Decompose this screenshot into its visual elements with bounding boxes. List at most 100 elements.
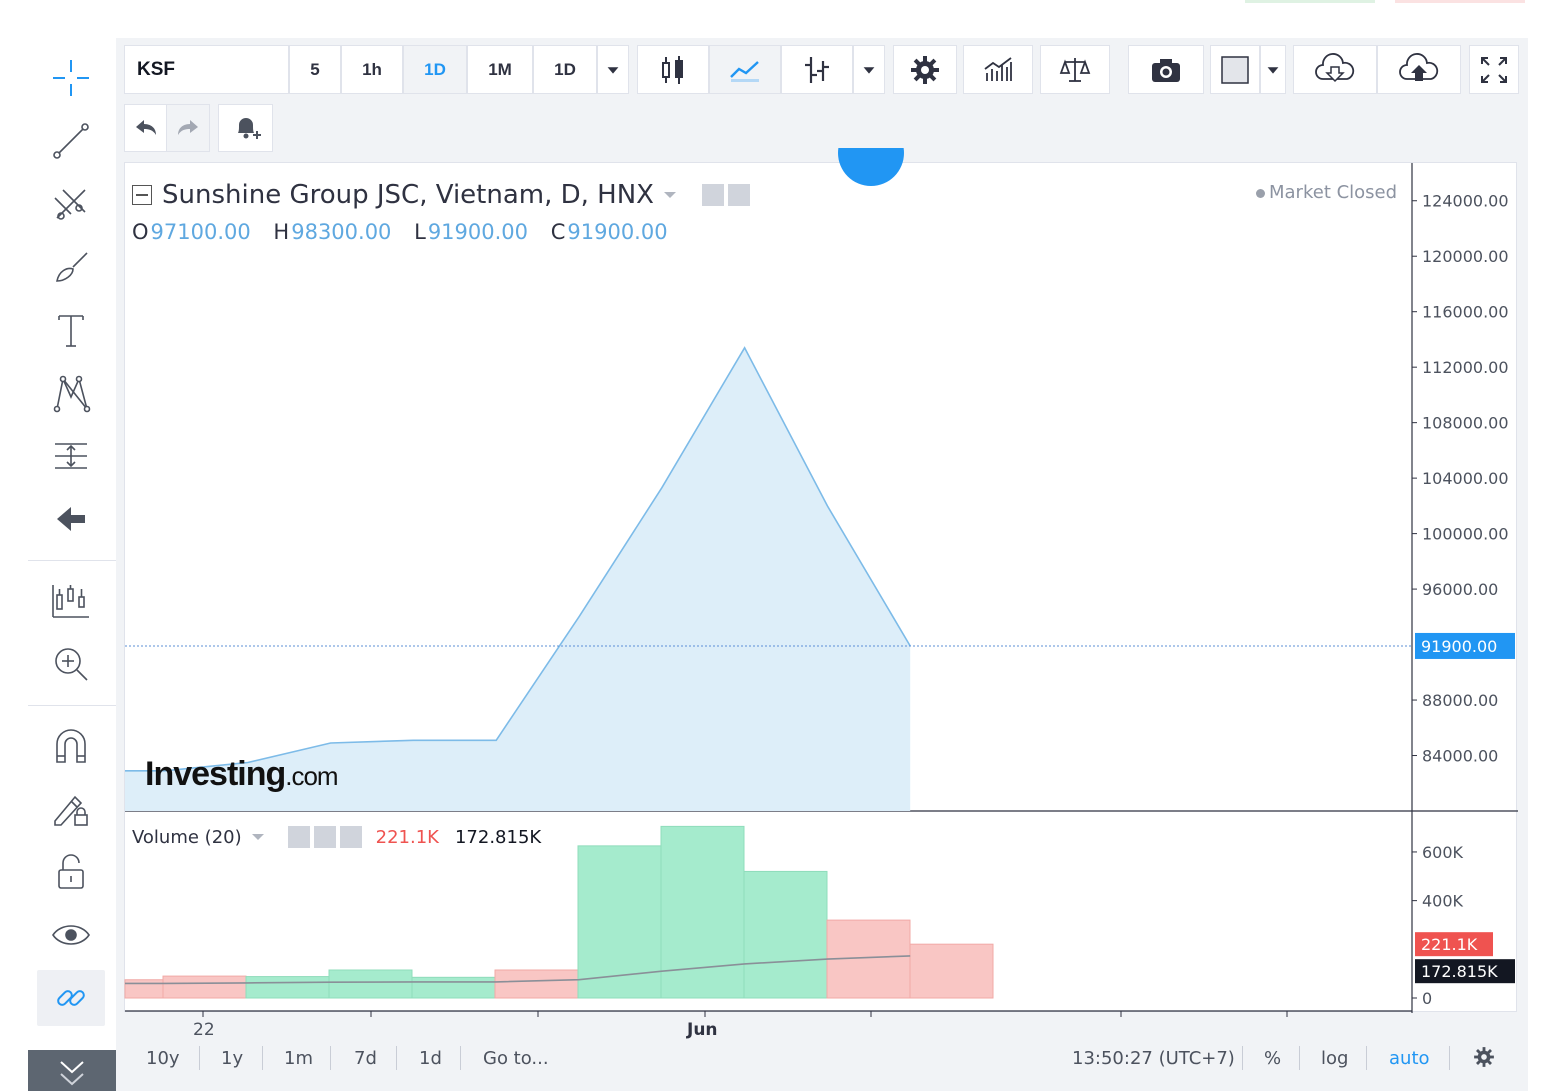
interval-1d-alt-button[interactable]: 1D	[533, 45, 597, 94]
percent-scale-button[interactable]: %	[1264, 1048, 1281, 1069]
caret-down-icon[interactable]	[251, 834, 264, 840]
collapse-legend-icon[interactable]	[132, 185, 152, 205]
bell-plus-icon	[237, 118, 261, 139]
chart-area[interactable]: 124000.00 120000.00 116000.00 112000.00 1080…	[124, 162, 1518, 1040]
price-tick-label: 96000.00	[1422, 580, 1498, 599]
crosshair-icon[interactable]	[37, 50, 105, 106]
measure-tool-icon[interactable]	[37, 428, 105, 484]
fullscreen-icon	[1481, 56, 1507, 83]
pattern-tool-icon[interactable]	[37, 365, 105, 421]
close-value: 91900.00	[567, 220, 668, 244]
ohlc-values: O97100.00 H98300.00 L91900.00 C91900.00	[132, 220, 668, 244]
unlock-icon[interactable]	[37, 844, 105, 900]
magnet-icon[interactable]	[37, 718, 105, 774]
cloud-upload-icon	[1399, 52, 1439, 81]
area-style-button[interactable]	[709, 45, 781, 94]
range-1d-button[interactable]: 1d	[419, 1048, 442, 1069]
volume-bar	[411, 976, 496, 999]
gear-icon	[1474, 1047, 1494, 1067]
scale-settings-button[interactable]	[1472, 1045, 1496, 1074]
investing-logo: Investing.com	[145, 755, 339, 793]
screenshot-button[interactable]	[1128, 45, 1204, 94]
fib-tools-icon[interactable]	[37, 176, 105, 232]
volume-tick-label: 400K	[1422, 892, 1464, 911]
volume-bar	[909, 943, 994, 999]
interval-1m-button[interactable]: 1M	[467, 45, 533, 94]
add-alert-button[interactable]	[218, 104, 273, 152]
price-tick-label: 116000.00	[1422, 303, 1509, 322]
volume-current-label: 221.1K	[1421, 935, 1478, 954]
volume-ma-label: 172.815K	[1421, 962, 1498, 981]
chevron-down-icon	[60, 1060, 84, 1085]
volume-bar	[328, 969, 413, 999]
log-scale-button[interactable]: log	[1321, 1048, 1348, 1069]
interval-1h-button[interactable]: 1h	[341, 45, 403, 94]
link-icon[interactable]	[37, 970, 105, 1026]
price-tick-label: 124000.00	[1422, 192, 1509, 211]
style-dropdown-button[interactable]	[853, 45, 885, 94]
redo-button[interactable]	[166, 104, 210, 152]
indicators-icon[interactable]	[37, 573, 105, 629]
volume-tick-label: 0	[1422, 989, 1432, 1008]
interval-5-button[interactable]: 5	[289, 45, 341, 94]
gear-icon	[911, 55, 939, 84]
arrow-left-icon[interactable]	[37, 491, 105, 547]
volume-title: Volume (20)	[132, 826, 242, 848]
theme-dropdown-button[interactable]	[1260, 45, 1286, 94]
bars-style-button[interactable]	[781, 45, 853, 94]
price-area-fill	[125, 347, 911, 811]
price-tick-label: 100000.00	[1422, 525, 1509, 544]
time-label-22: 22	[193, 1020, 215, 1040]
range-7d-button[interactable]: 7d	[354, 1048, 377, 1069]
volume-bar	[162, 975, 247, 999]
top-strip-red	[1395, 0, 1525, 3]
undo-button[interactable]	[124, 104, 168, 152]
fullscreen-button[interactable]	[1469, 45, 1519, 94]
volume-bar	[494, 969, 579, 999]
high-value: 98300.00	[291, 220, 392, 244]
indicators-button[interactable]	[963, 45, 1033, 94]
volume-bar	[660, 825, 745, 999]
top-strip-green	[1245, 0, 1375, 3]
color-theme-button[interactable]	[1210, 45, 1260, 94]
volume-ma-value: 172.815K	[454, 826, 542, 848]
compare-button[interactable]	[1040, 45, 1110, 94]
eye-icon[interactable]	[37, 907, 105, 963]
range-10y-button[interactable]: 10y	[146, 1048, 180, 1069]
range-1y-button[interactable]: 1y	[221, 1048, 243, 1069]
ohlc-bars-icon	[805, 56, 829, 83]
cloud-download-icon	[1315, 52, 1355, 82]
gear-icon[interactable]	[727, 184, 750, 206]
eye-icon[interactable]	[287, 826, 310, 848]
candles-style-button[interactable]	[637, 45, 709, 94]
area-chart-icon	[730, 60, 759, 82]
range-1m-button[interactable]: 1m	[284, 1048, 313, 1069]
settings-button[interactable]	[893, 45, 957, 94]
collapse-toolbar-button[interactable]	[28, 1050, 116, 1091]
interval-1d-button[interactable]: 1D	[403, 45, 467, 94]
caret-down-icon[interactable]	[663, 192, 676, 198]
trend-line-icon[interactable]	[37, 113, 105, 169]
eye-icon[interactable]	[701, 184, 724, 206]
scales-icon	[1059, 57, 1091, 82]
clock-display: 13:50:27 (UTC+7)	[1072, 1048, 1235, 1069]
close-icon[interactable]	[339, 826, 362, 848]
gear-icon[interactable]	[313, 826, 336, 848]
candlestick-icon	[662, 55, 683, 84]
price-tick-label: 84000.00	[1422, 747, 1498, 766]
text-tool-icon[interactable]	[37, 302, 105, 358]
brush-icon[interactable]	[37, 239, 105, 295]
load-chart-button[interactable]	[1293, 45, 1377, 94]
symbol-search-input[interactable]	[124, 45, 289, 94]
interval-dropdown-button[interactable]	[597, 45, 629, 94]
chart-canvas[interactable]: 124000.00 120000.00 116000.00 112000.00 1080…	[124, 163, 1518, 1043]
zoom-in-icon[interactable]	[37, 636, 105, 692]
goto-date-button[interactable]: Go to...	[483, 1048, 549, 1069]
volume-legend: Volume (20) 221.1K 172.815K	[132, 826, 541, 848]
price-tick-label: 88000.00	[1422, 691, 1498, 710]
auto-scale-button[interactable]: auto	[1389, 1048, 1430, 1069]
series-title: Sunshine Group JSC, Vietnam, D, HNX	[162, 180, 654, 210]
lock-drawing-icon[interactable]	[37, 781, 105, 837]
price-tick-label: 104000.00	[1422, 469, 1509, 488]
save-chart-button[interactable]	[1377, 45, 1461, 94]
